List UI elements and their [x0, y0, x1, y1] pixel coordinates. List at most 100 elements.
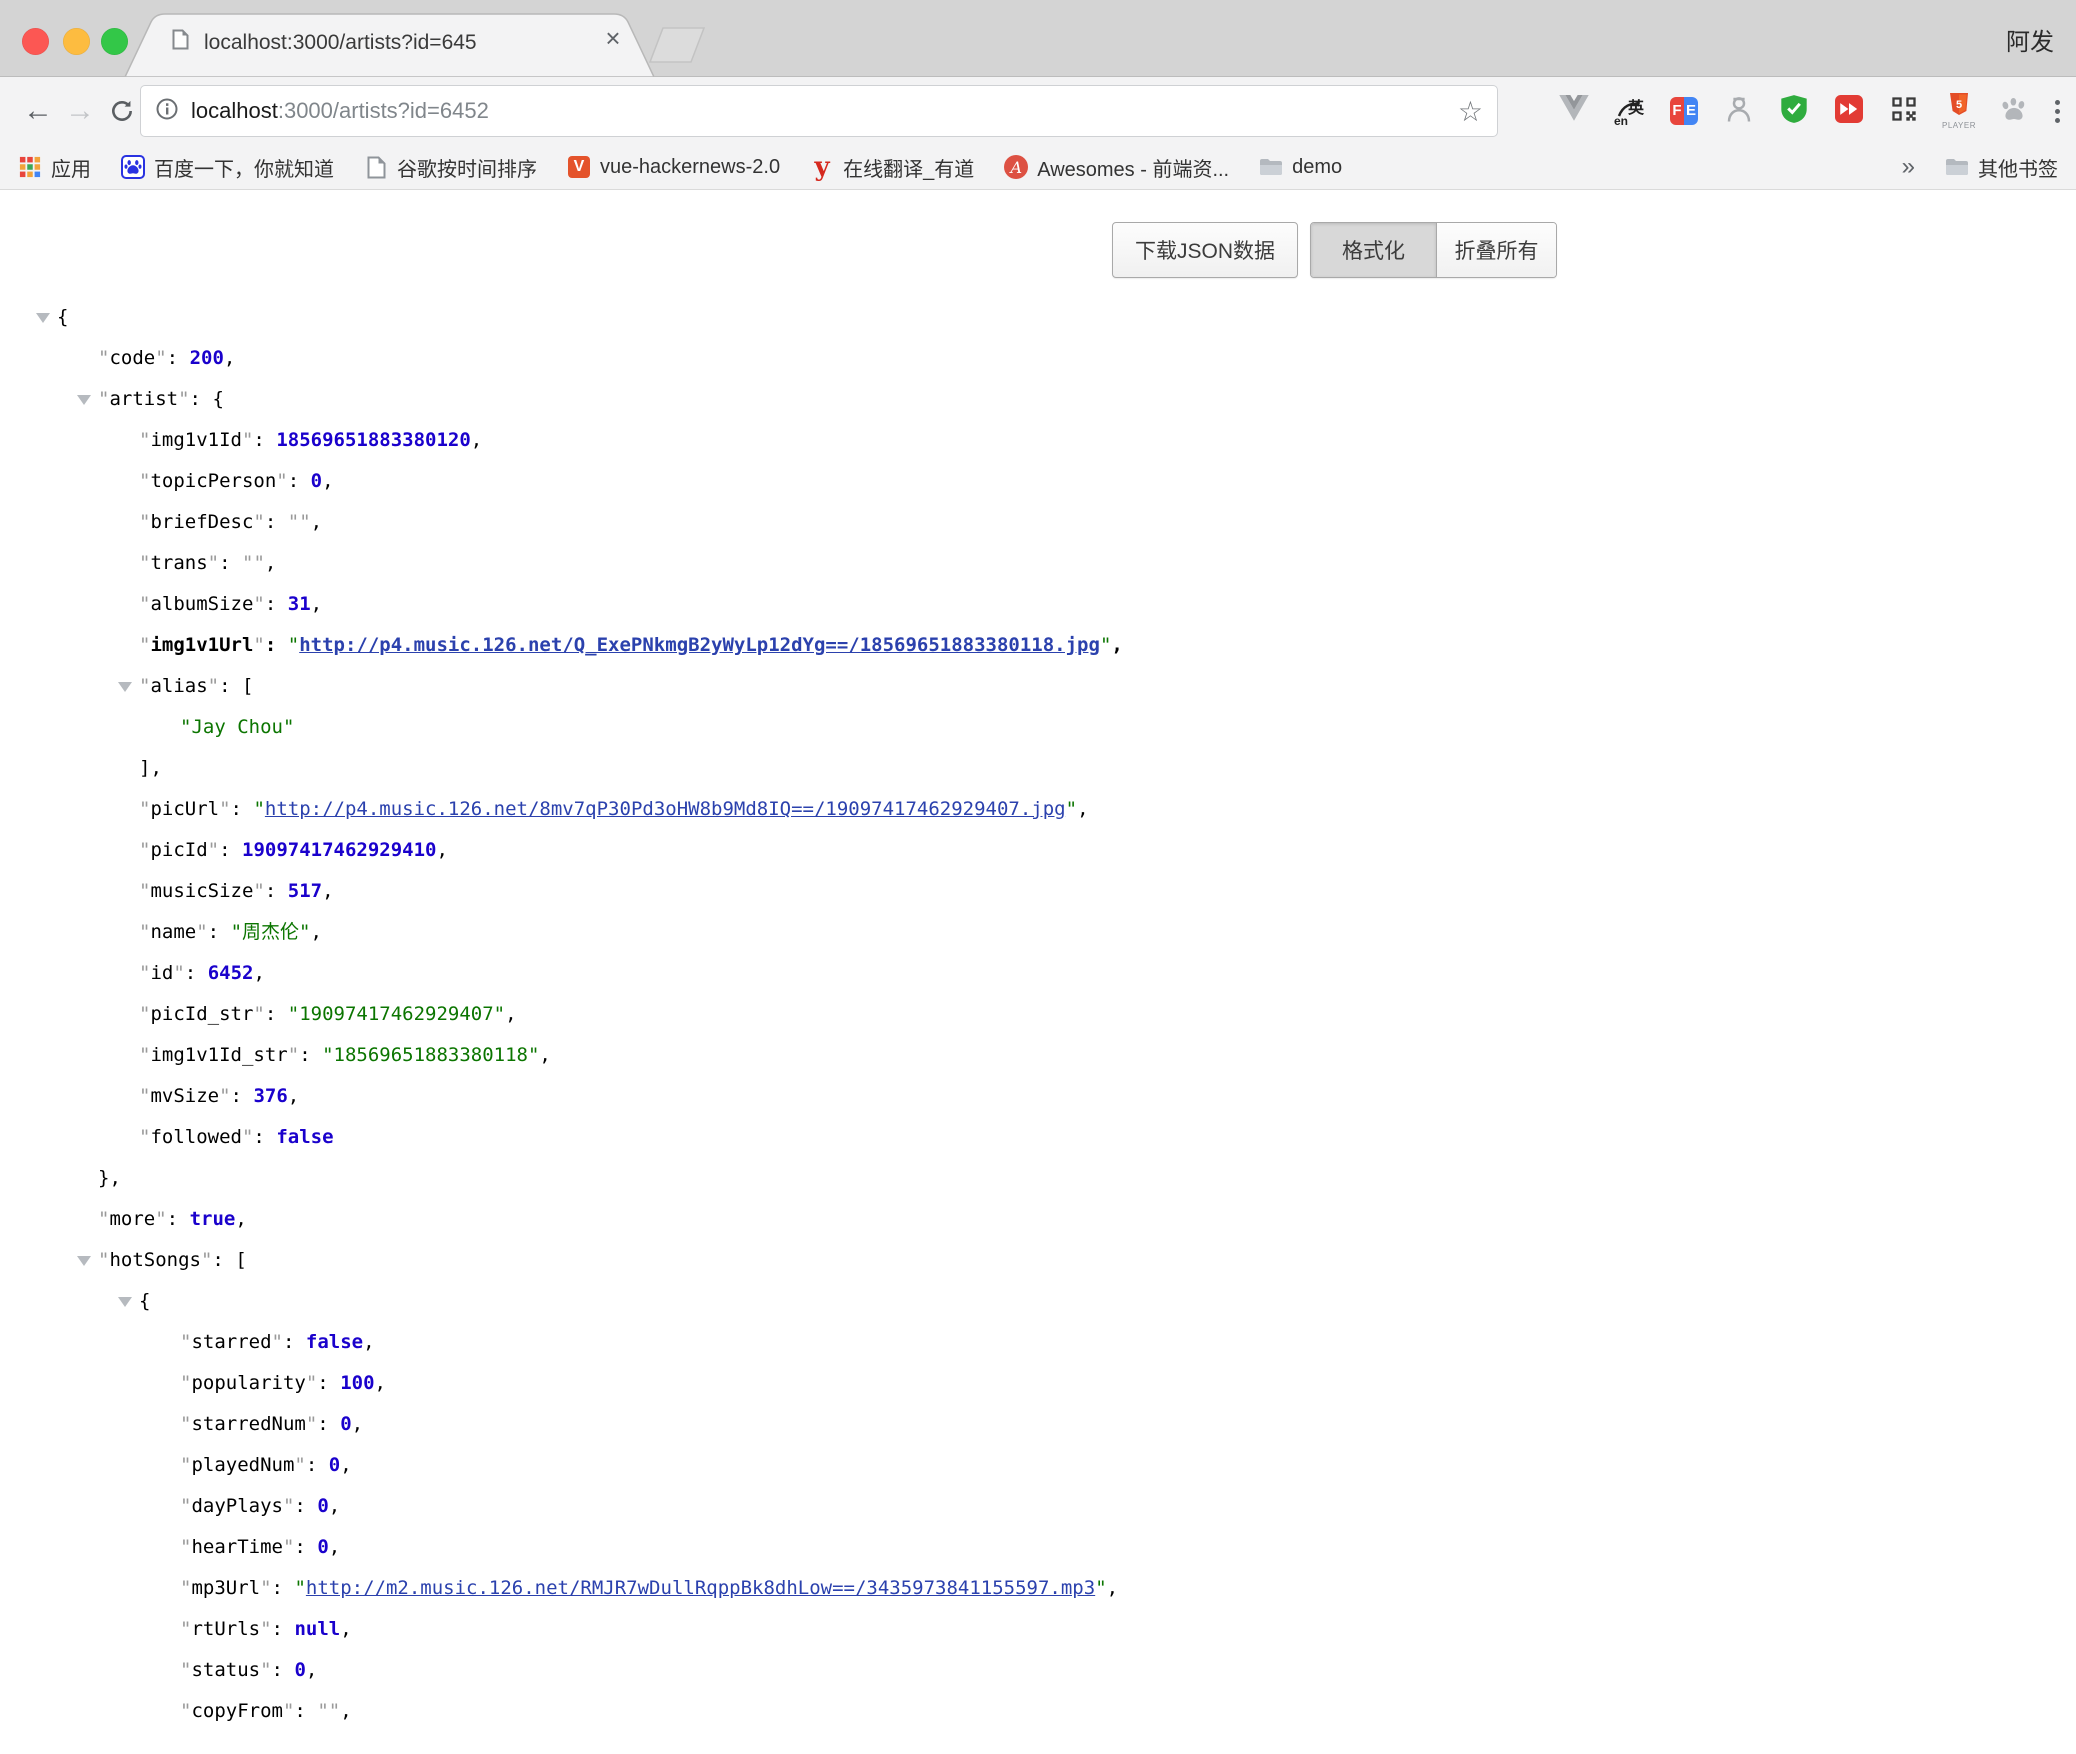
other-bookmarks-folder[interactable]: 其他书签 — [1945, 153, 2058, 182]
bookmark-label: demo — [1292, 156, 1342, 179]
json-line: "popularity": 100, — [0, 1363, 2076, 1404]
json-line: "topicPerson": 0, — [0, 461, 2076, 502]
collapse-triangle-icon[interactable] — [77, 1256, 91, 1266]
json-key: mp3Url — [191, 1577, 260, 1599]
vue-devtools-icon — [1559, 95, 1589, 127]
address-bar[interactable]: localhost:3000/artists?id=6452 ☆ — [140, 85, 1498, 137]
bookmark-star-icon[interactable]: ☆ — [1458, 95, 1483, 128]
json-string-value: "周杰伦" — [231, 921, 311, 943]
browser-menu-button[interactable] — [2051, 96, 2064, 127]
folder-icon — [1945, 155, 1969, 179]
extension-fe-button[interactable]: FE — [1666, 89, 1702, 133]
reload-button[interactable] — [102, 91, 142, 131]
extension-vue-devtools-button[interactable] — [1556, 89, 1592, 133]
json-value: 18569651883380120 — [276, 429, 470, 451]
json-line: "more": true, — [0, 1199, 2076, 1240]
json-link[interactable]: http://p4.music.126.net/Q_ExePNkmgB2yWyL… — [299, 634, 1100, 656]
json-string-value: "19097417462929407" — [288, 1003, 505, 1025]
json-key: img1v1Id — [150, 429, 242, 451]
json-key: briefDesc — [150, 511, 253, 533]
bookmark-baidu[interactable]: 百度一下，你就知道 — [121, 153, 334, 182]
translate-icon: 英en — [1614, 96, 1644, 126]
page-icon — [364, 155, 388, 179]
bookmarks-overflow-chevron[interactable]: » — [1902, 153, 1915, 181]
json-line: "mvSize": 376, — [0, 1076, 2076, 1117]
bookmark-label: 应用 — [51, 153, 91, 182]
forward-button[interactable]: → — [60, 91, 100, 131]
json-key: code — [109, 347, 155, 369]
url-path: :3000/artists?id=6452 — [278, 98, 489, 123]
json-line: "img1v1Url": "http://p4.music.126.net/Q_… — [0, 625, 2076, 666]
extension-qr-code-button[interactable] — [1886, 89, 1922, 133]
back-button[interactable]: ← — [18, 91, 58, 131]
collapse-triangle-icon[interactable] — [118, 682, 132, 692]
tab-close-icon[interactable]: × — [598, 23, 628, 53]
collapse-triangle-icon[interactable] — [118, 1297, 132, 1307]
json-value: 517 — [288, 880, 322, 902]
svg-text:5: 5 — [1956, 99, 1962, 111]
bookmark-youdao[interactable]: y在线翻译_有道 — [810, 153, 974, 182]
json-line: ], — [0, 748, 2076, 789]
bookmark-vue-hackernews[interactable]: Vvue-hackernews-2.0 — [567, 155, 780, 179]
bookmark-label: 谷歌按时间排序 — [397, 153, 537, 182]
collapse-triangle-icon[interactable] — [36, 313, 50, 323]
json-line: }, — [0, 1158, 2076, 1199]
bookmark-label: vue-hackernews-2.0 — [600, 156, 780, 179]
json-line: { — [0, 297, 2076, 338]
json-empty-string: "" — [317, 1700, 340, 1722]
qr-code-icon — [1890, 95, 1918, 128]
json-key: copyFrom — [191, 1700, 283, 1722]
json-key: name — [150, 921, 196, 943]
bookmarks-left: 应用 百度一下，你就知道 谷歌按时间排序 Vvue-hackernews-2.0 y在线… — [18, 153, 1342, 182]
json-line: "hearTime": 0, — [0, 1527, 2076, 1568]
vue-v-icon: V — [567, 155, 591, 179]
json-line: "starredNum": 0, — [0, 1404, 2076, 1445]
new-tab-button[interactable] — [650, 26, 702, 64]
json-key: trans — [150, 552, 207, 574]
json-line: "name": "周杰伦", — [0, 912, 2076, 953]
extension-green-shield-button[interactable] — [1776, 89, 1812, 133]
tab-title[interactable]: localhost:3000/artists?id=645 — [204, 31, 596, 55]
json-line: "Jay Chou" — [0, 707, 2076, 748]
extension-translate-button[interactable]: 英en — [1611, 89, 1647, 133]
bookmark-label: Awesomes - 前端资... — [1037, 153, 1229, 182]
json-line: "trans": "", — [0, 543, 2076, 584]
json-line: "albumSize": 31, — [0, 584, 2076, 625]
json-bracket: ], — [139, 757, 162, 779]
extension-fast-forward-button[interactable] — [1831, 89, 1867, 133]
bookmark-label: 百度一下，你就知道 — [154, 153, 334, 182]
close-window-button[interactable] — [22, 28, 49, 55]
json-bracket: { — [212, 388, 223, 410]
json-link[interactable]: http://m2.music.126.net/RMJR7wDullRqppBk… — [306, 1577, 1095, 1599]
maximize-window-button[interactable] — [101, 28, 128, 55]
json-link[interactable]: http://p4.music.126.net/8mv7qP30Pd3oHW8b… — [265, 798, 1066, 820]
collapse-all-button[interactable]: 折叠所有 — [1436, 223, 1556, 277]
json-key: mvSize — [150, 1085, 219, 1107]
json-line: "briefDesc": "", — [0, 502, 2076, 543]
json-bracket: }, — [98, 1167, 121, 1189]
bookmark-demo[interactable]: demo — [1259, 155, 1342, 179]
json-key: img1v1Url — [150, 634, 253, 656]
extension-html5-player-button[interactable]: 5PLAYER — [1941, 89, 1977, 133]
url-text: localhost:3000/artists?id=6452 — [191, 98, 489, 124]
page-info-icon[interactable] — [155, 97, 179, 126]
json-key: more — [109, 1208, 155, 1230]
json-line: "img1v1Id_str": "18569651883380118", — [0, 1035, 2076, 1076]
json-value: 376 — [253, 1085, 287, 1107]
extension-person-button[interactable] — [1721, 89, 1757, 133]
json-value: 19097417462929410 — [242, 839, 436, 861]
minimize-window-button[interactable] — [63, 28, 90, 55]
json-line: "alias": [ — [0, 666, 2076, 707]
collapse-triangle-icon[interactable] — [77, 395, 91, 405]
json-value: false — [306, 1331, 363, 1353]
extension-paw-button[interactable] — [1996, 89, 2032, 133]
download-json-button[interactable]: 下载JSON数据 — [1112, 222, 1298, 278]
bookmark-google-sort[interactable]: 谷歌按时间排序 — [364, 153, 537, 182]
bookmark-awesomes[interactable]: AAwesomes - 前端资... — [1004, 153, 1229, 182]
bookmark-apps[interactable]: 应用 — [18, 153, 91, 182]
format-button[interactable]: 格式化 — [1311, 223, 1436, 277]
json-bracket: [ — [242, 675, 253, 697]
json-line: "img1v1Id": 18569651883380120, — [0, 420, 2076, 461]
json-key: img1v1Id_str — [150, 1044, 287, 1066]
json-key: picUrl — [150, 798, 219, 820]
